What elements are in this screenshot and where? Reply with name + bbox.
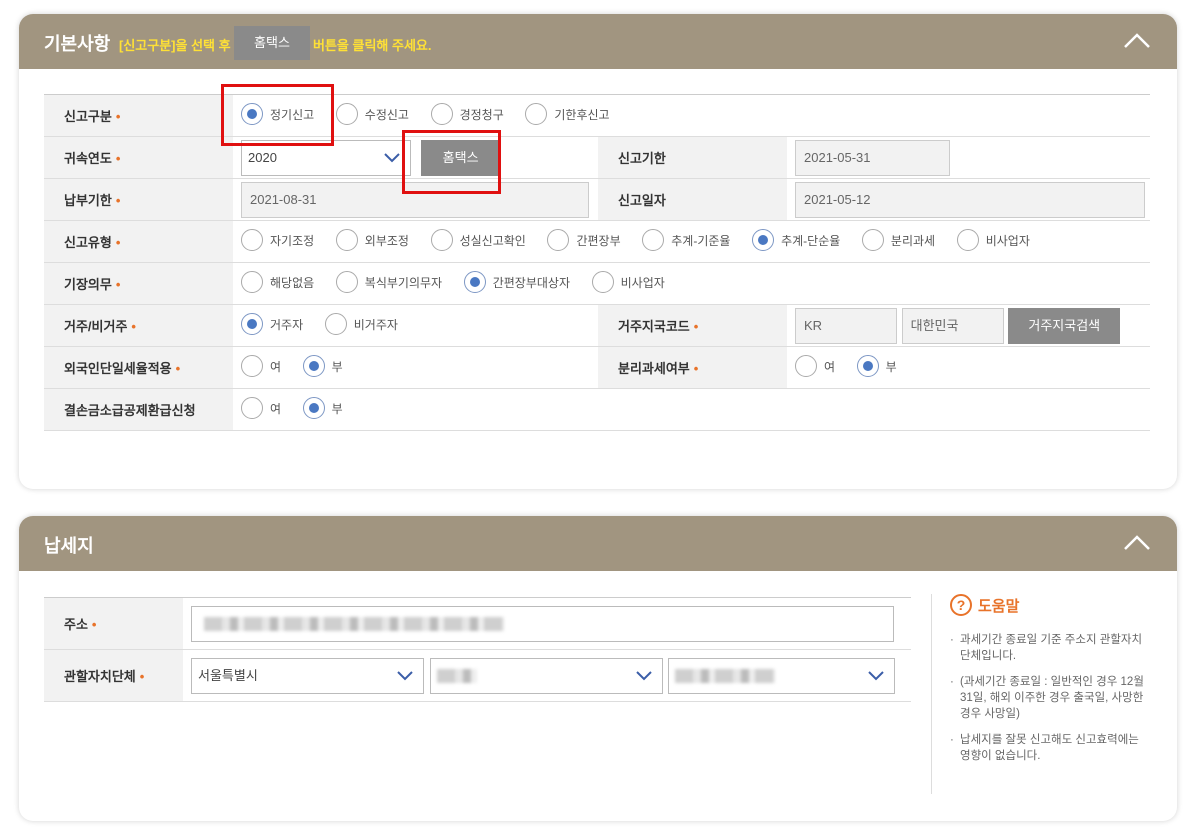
chevron-down-icon xyxy=(384,152,400,162)
report-kind-label: 신고유형 • xyxy=(44,220,233,263)
city-select[interactable]: 서울특별시 xyxy=(191,657,424,694)
radio-separate-no[interactable]: 부 xyxy=(856,355,897,377)
year-select[interactable]: 2020 xyxy=(241,139,411,176)
basic-info-table: 신고구분 • 정기신고 수정신고 경정청구 기한후신고 귀속연도 • 2020 홈택… xyxy=(44,94,1150,431)
header-note-prefix: [신고구분]을 선택 후 xyxy=(119,38,231,53)
header-note-suffix: 버튼을 클릭해 주세요. xyxy=(313,38,432,53)
bookkeeping-label: 기장의무 • xyxy=(44,262,233,305)
report-deadline-field[interactable]: 2021-05-31 xyxy=(795,139,950,176)
collapse-icon[interactable] xyxy=(1123,29,1151,53)
pay-deadline-field[interactable]: 2021-08-31 xyxy=(241,181,589,218)
loss-refund-label: 결손금소급공제환급신청 xyxy=(44,388,233,431)
question-icon: ? xyxy=(950,594,972,616)
row-residency: 거주/비거주 • 거주자 비거주자 거주지국코드 • KR 대한민국 거주지국검색 xyxy=(44,304,1150,347)
row-report-kind: 신고유형 • 자기조정 외부조정 성실신고확인 간편장부 추계-기준율 추계-단순… xyxy=(44,220,1150,263)
address-redacted xyxy=(204,617,504,632)
taxpayer-panel: 납세지 주소 • 관할자치단체 • 서울특별시 ? 도움말 · 과세기간 종료일… xyxy=(19,516,1177,821)
radio-loss-no[interactable]: 부 xyxy=(302,397,343,419)
report-type-label: 신고구분 • xyxy=(44,94,233,137)
radio-external-adjust[interactable]: 외부조정 xyxy=(335,229,409,251)
radio-separate-tax[interactable]: 분리과세 xyxy=(861,229,935,251)
help-item: 납세지를 잘못 신고해도 신고효력에는 영향이 없습니다. xyxy=(950,732,1146,764)
year-label: 귀속연도 • xyxy=(44,136,233,179)
radio-self-adjust[interactable]: 자기조정 xyxy=(241,229,314,251)
collapse-icon[interactable] xyxy=(1123,531,1151,555)
address-label: 주소 • xyxy=(44,597,183,650)
pay-deadline-label: 납부기한 • xyxy=(44,178,233,221)
radio-estimate-simple[interactable]: 추계-단순율 xyxy=(752,229,840,251)
row-authority: 관할자치단체 • 서울특별시 xyxy=(44,649,911,702)
radio-foreign-yes[interactable]: 여 xyxy=(241,355,281,377)
hometax-button[interactable]: 홈택스 xyxy=(420,139,501,176)
row-report-type: 신고구분 • 정기신고 수정신고 경정청구 기한후신고 xyxy=(44,94,1150,137)
district-redacted xyxy=(436,669,477,684)
radio-regular-report[interactable]: 정기신고 xyxy=(241,103,314,125)
country-code-label: 거주지국코드 • xyxy=(598,304,787,347)
basic-info-panel: 기본사항 [신고구분]을 선택 후 홈택스 버튼을 클릭해 주세요. 신고구분 •… xyxy=(19,14,1177,489)
help-title: ? 도움말 xyxy=(950,594,1146,616)
help-item: 과세기간 종료일 기준 주소지 관할자치단체입니다. xyxy=(950,632,1146,664)
subdistrict-redacted xyxy=(675,669,776,684)
district-select[interactable] xyxy=(429,657,663,694)
header-hometax-label: 홈택스 xyxy=(234,26,310,60)
report-date-field[interactable]: 2021-05-12 xyxy=(795,181,1145,218)
radio-amended-report[interactable]: 수정신고 xyxy=(335,103,409,125)
country-code-field[interactable]: KR xyxy=(795,307,897,344)
foreign-flat-tax-label: 외국인단일세율적용 • xyxy=(44,346,233,389)
taxpayer-header: 납세지 xyxy=(19,516,1177,571)
taxpayer-title: 납세지 xyxy=(44,536,94,556)
country-search-button[interactable]: 거주지국검색 xyxy=(1008,307,1121,344)
residency-label: 거주/비거주 • xyxy=(44,304,233,347)
help-list: 과세기간 종료일 기준 주소지 관할자치단체입니다. (과세기간 종료일 : 일… xyxy=(950,632,1146,764)
chevron-down-icon xyxy=(397,670,413,680)
basic-info-title: 기본사항 xyxy=(44,34,111,54)
address-input[interactable] xyxy=(191,605,894,642)
authority-label: 관할자치단체 • xyxy=(44,649,183,702)
radio-estimate-standard[interactable]: 추계-기준율 xyxy=(642,229,730,251)
radio-resident[interactable]: 거주자 xyxy=(241,313,303,335)
radio-foreign-no[interactable]: 부 xyxy=(302,355,343,377)
row-bookkeeping: 기장의무 • 해당없음 복식부기의무자 간편장부대상자 비사업자 xyxy=(44,262,1150,305)
help-item: (과세기간 종료일 : 일반적인 경우 12월31일, 해외 이주한 경우 출국… xyxy=(950,674,1146,722)
radio-not-applicable[interactable]: 해당없음 xyxy=(241,271,314,293)
radio-separate-yes[interactable]: 여 xyxy=(795,355,835,377)
radio-non-resident[interactable]: 비거주자 xyxy=(324,313,398,335)
radio-late-report[interactable]: 기한후신고 xyxy=(525,103,610,125)
row-address: 주소 • xyxy=(44,597,911,650)
country-name-field[interactable]: 대한민국 xyxy=(901,307,1004,344)
radio-non-business[interactable]: 비사업자 xyxy=(956,229,1030,251)
subdistrict-select[interactable] xyxy=(668,657,896,694)
radio-bookkeeping-non-business[interactable]: 비사업자 xyxy=(591,271,665,293)
radio-double-entry[interactable]: 복식부기의무자 xyxy=(335,271,442,293)
radio-simple-book-target[interactable]: 간편장부대상자 xyxy=(463,271,570,293)
radio-correction-claim[interactable]: 경정청구 xyxy=(430,103,504,125)
taxpayer-table: 주소 • 관할자치단체 • 서울특별시 xyxy=(44,597,911,702)
radio-simple-book[interactable]: 간편장부 xyxy=(547,229,621,251)
radio-loss-yes[interactable]: 여 xyxy=(241,397,281,419)
row-pay-deadline: 납부기한 • 2021-08-31 신고일자 2021-05-12 xyxy=(44,178,1150,221)
basic-info-header: 기본사항 [신고구분]을 선택 후 홈택스 버튼을 클릭해 주세요. xyxy=(19,14,1177,69)
separate-tax-label: 분리과세여부 • xyxy=(598,346,787,389)
chevron-down-icon xyxy=(868,670,884,680)
chevron-down-icon xyxy=(635,670,652,680)
report-deadline-label: 신고기한 xyxy=(598,136,787,179)
row-loss-refund: 결손금소급공제환급신청 여 부 xyxy=(44,388,1150,431)
row-year: 귀속연도 • 2020 홈택스 신고기한 2021-05-31 xyxy=(44,136,1150,179)
help-box: ? 도움말 과세기간 종료일 기준 주소지 관할자치단체입니다. (과세기간 종… xyxy=(931,594,1146,794)
row-foreign-flat-tax: 외국인단일세율적용 • 여 부 분리과세여부 • 여 부 xyxy=(44,346,1150,389)
report-date-label: 신고일자 xyxy=(598,178,787,221)
radio-sincere-check[interactable]: 성실신고확인 xyxy=(430,229,526,251)
